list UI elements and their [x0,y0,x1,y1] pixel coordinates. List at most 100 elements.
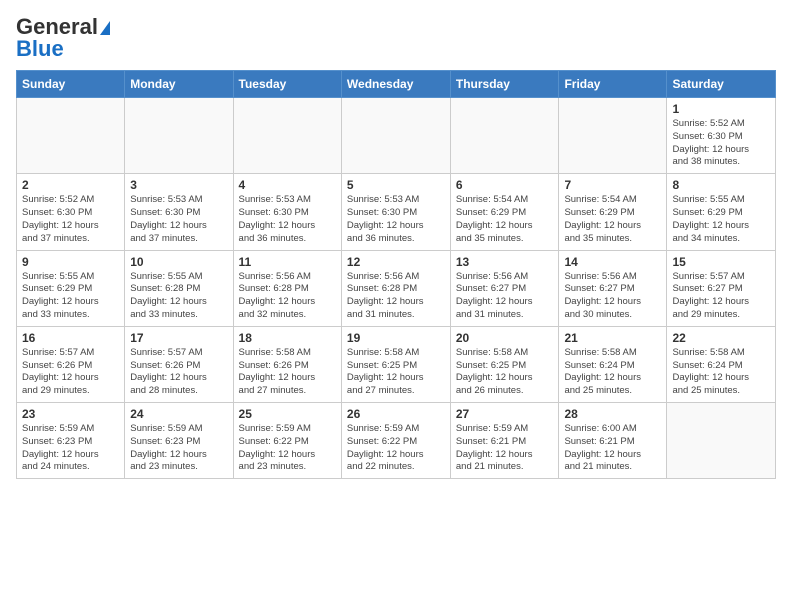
day-number: 27 [456,407,554,421]
week-row-1: 1Sunrise: 5:52 AM Sunset: 6:30 PM Daylig… [17,98,776,174]
weekday-header-wednesday: Wednesday [341,71,450,98]
day-number: 4 [239,178,336,192]
day-info: Sunrise: 5:58 AM Sunset: 6:25 PM Dayligh… [347,347,445,398]
day-info: Sunrise: 5:59 AM Sunset: 6:23 PM Dayligh… [22,423,119,474]
week-row-4: 16 Sunrise: 5:57 AM Sunset: 6:26 PM Dayli… [17,326,776,402]
day-number: 17 [130,331,227,345]
day-info: Sunrise: 5:57 AM Sunset: 6:26 PM Dayligh… [130,347,227,398]
day-info: Sunrise: 5:55 AM Sunset: 6:29 PM Dayligh… [22,271,119,322]
day-cell: 2 Sunrise: 5:52 AM Sunset: 6:30 PM Daylig… [17,174,125,250]
day-info: Sunrise: 5:59 AM Sunset: 6:22 PM Dayligh… [239,423,336,474]
day-cell: 17 Sunrise: 5:57 AM Sunset: 6:26 PM Dayli… [125,326,233,402]
day-info: Sunrise: 5:56 AM Sunset: 6:27 PM Dayligh… [564,271,661,322]
day-cell [450,98,559,174]
day-cell: 1Sunrise: 5:52 AM Sunset: 6:30 PM Daylig… [667,98,776,174]
day-info: Sunrise: 5:58 AM Sunset: 6:26 PM Dayligh… [239,347,336,398]
weekday-header-tuesday: Tuesday [233,71,341,98]
day-cell: 22 Sunrise: 5:58 AM Sunset: 6:24 PM Dayli… [667,326,776,402]
day-cell: 19Sunrise: 5:58 AM Sunset: 6:25 PM Dayli… [341,326,450,402]
day-number: 24 [130,407,227,421]
day-info: Sunrise: 5:53 AM Sunset: 6:30 PM Dayligh… [130,194,227,245]
logo-general-text: General [16,16,110,38]
day-number: 10 [130,255,227,269]
day-cell: 16 Sunrise: 5:57 AM Sunset: 6:26 PM Dayli… [17,326,125,402]
day-cell: 4 Sunrise: 5:53 AM Sunset: 6:30 PM Daylig… [233,174,341,250]
day-info: Sunrise: 5:52 AM Sunset: 6:30 PM Dayligh… [22,194,119,245]
day-cell: 26 Sunrise: 5:59 AM Sunset: 6:22 PM Dayli… [341,403,450,479]
day-cell: 10 Sunrise: 5:55 AM Sunset: 6:28 PM Dayli… [125,250,233,326]
week-row-2: 2 Sunrise: 5:52 AM Sunset: 6:30 PM Daylig… [17,174,776,250]
day-info: Sunrise: 5:55 AM Sunset: 6:29 PM Dayligh… [672,194,770,245]
day-cell: 15 Sunrise: 5:57 AM Sunset: 6:27 PM Dayli… [667,250,776,326]
day-cell: 12 Sunrise: 5:56 AM Sunset: 6:28 PM Dayli… [341,250,450,326]
day-number: 7 [564,178,661,192]
day-cell: 21Sunrise: 5:58 AM Sunset: 6:24 PM Dayli… [559,326,667,402]
day-cell [125,98,233,174]
day-cell: 18 Sunrise: 5:58 AM Sunset: 6:26 PM Dayli… [233,326,341,402]
day-cell: 28Sunrise: 6:00 AM Sunset: 6:21 PM Dayli… [559,403,667,479]
day-number: 22 [672,331,770,345]
day-info: Sunrise: 5:54 AM Sunset: 6:29 PM Dayligh… [456,194,554,245]
day-cell: 11 Sunrise: 5:56 AM Sunset: 6:28 PM Dayli… [233,250,341,326]
day-number: 12 [347,255,445,269]
day-number: 18 [239,331,336,345]
day-info: Sunrise: 5:55 AM Sunset: 6:28 PM Dayligh… [130,271,227,322]
day-info: Sunrise: 5:57 AM Sunset: 6:26 PM Dayligh… [22,347,119,398]
logo-blue-text: Blue [16,38,64,60]
day-cell [233,98,341,174]
day-number: 26 [347,407,445,421]
day-cell: 9 Sunrise: 5:55 AM Sunset: 6:29 PM Daylig… [17,250,125,326]
day-cell: 20 Sunrise: 5:58 AM Sunset: 6:25 PM Dayli… [450,326,559,402]
day-info: Sunrise: 5:57 AM Sunset: 6:27 PM Dayligh… [672,271,770,322]
week-row-3: 9 Sunrise: 5:55 AM Sunset: 6:29 PM Daylig… [17,250,776,326]
day-number: 20 [456,331,554,345]
weekday-header-friday: Friday [559,71,667,98]
weekday-header-saturday: Saturday [667,71,776,98]
day-info: Sunrise: 5:56 AM Sunset: 6:28 PM Dayligh… [347,271,445,322]
day-number: 16 [22,331,119,345]
day-info: Sunrise: 5:53 AM Sunset: 6:30 PM Dayligh… [239,194,336,245]
day-cell: 8Sunrise: 5:55 AM Sunset: 6:29 PM Daylig… [667,174,776,250]
day-cell: 5 Sunrise: 5:53 AM Sunset: 6:30 PM Daylig… [341,174,450,250]
day-info: Sunrise: 5:59 AM Sunset: 6:21 PM Dayligh… [456,423,554,474]
day-cell [17,98,125,174]
day-number: 2 [22,178,119,192]
calendar-table: SundayMondayTuesdayWednesdayThursdayFrid… [16,70,776,479]
day-info: Sunrise: 5:53 AM Sunset: 6:30 PM Dayligh… [347,194,445,245]
day-number: 6 [456,178,554,192]
day-info: Sunrise: 5:58 AM Sunset: 6:24 PM Dayligh… [564,347,661,398]
day-number: 13 [456,255,554,269]
logo: General Blue [16,16,110,60]
day-cell: 6 Sunrise: 5:54 AM Sunset: 6:29 PM Daylig… [450,174,559,250]
weekday-header-monday: Monday [125,71,233,98]
day-number: 14 [564,255,661,269]
day-cell: 24Sunrise: 5:59 AM Sunset: 6:23 PM Dayli… [125,403,233,479]
day-number: 11 [239,255,336,269]
day-info: Sunrise: 5:54 AM Sunset: 6:29 PM Dayligh… [564,194,661,245]
day-number: 25 [239,407,336,421]
day-cell: 27 Sunrise: 5:59 AM Sunset: 6:21 PM Dayli… [450,403,559,479]
weekday-header-row: SundayMondayTuesdayWednesdayThursdayFrid… [17,71,776,98]
day-cell [667,403,776,479]
day-cell [559,98,667,174]
logo-triangle-icon [100,21,110,35]
day-number: 9 [22,255,119,269]
day-info: Sunrise: 5:59 AM Sunset: 6:22 PM Dayligh… [347,423,445,474]
day-info: Sunrise: 5:58 AM Sunset: 6:25 PM Dayligh… [456,347,554,398]
day-number: 23 [22,407,119,421]
page-header: General Blue [16,16,776,60]
day-number: 1 [672,102,770,116]
day-number: 5 [347,178,445,192]
day-number: 15 [672,255,770,269]
day-cell: 25 Sunrise: 5:59 AM Sunset: 6:22 PM Dayli… [233,403,341,479]
day-cell: 23 Sunrise: 5:59 AM Sunset: 6:23 PM Dayli… [17,403,125,479]
day-info: Sunrise: 5:56 AM Sunset: 6:27 PM Dayligh… [456,271,554,322]
day-info: Sunrise: 5:58 AM Sunset: 6:24 PM Dayligh… [672,347,770,398]
weekday-header-sunday: Sunday [17,71,125,98]
day-cell [341,98,450,174]
week-row-5: 23 Sunrise: 5:59 AM Sunset: 6:23 PM Dayli… [17,403,776,479]
day-cell: 13 Sunrise: 5:56 AM Sunset: 6:27 PM Dayli… [450,250,559,326]
day-number: 3 [130,178,227,192]
day-cell: 14 Sunrise: 5:56 AM Sunset: 6:27 PM Dayli… [559,250,667,326]
day-info: Sunrise: 5:56 AM Sunset: 6:28 PM Dayligh… [239,271,336,322]
